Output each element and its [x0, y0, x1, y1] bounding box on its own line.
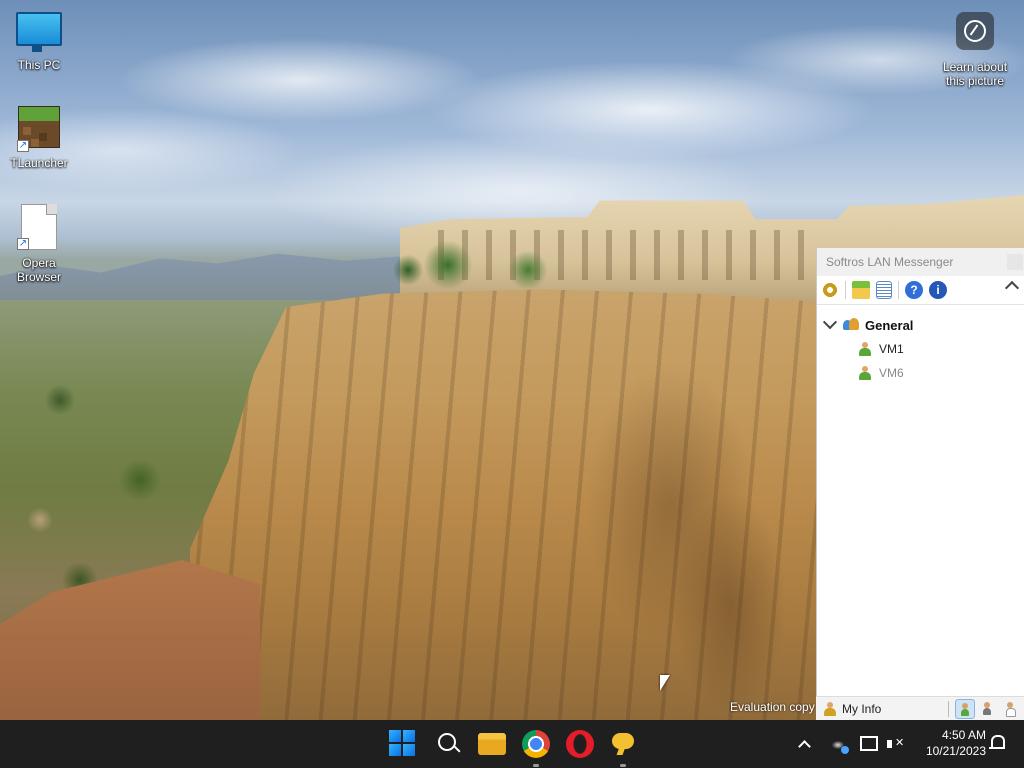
- status-separator: [948, 701, 949, 717]
- monitor-icon: [16, 12, 62, 52]
- help-icon[interactable]: ?: [905, 281, 923, 299]
- my-info-icon: [824, 702, 836, 716]
- learn-about-picture[interactable]: Learn about this picture: [936, 12, 1014, 88]
- desktop-icon-tlauncher[interactable]: ↗ TLauncher: [0, 106, 78, 170]
- notification-bell-icon[interactable]: [988, 734, 1006, 750]
- toolbar-separator: [845, 281, 846, 299]
- user-away-icon: [983, 702, 991, 715]
- softros-messenger-icon[interactable]: [609, 730, 637, 758]
- notes-icon[interactable]: [876, 281, 892, 299]
- running-indicator: [620, 764, 626, 767]
- group-name: General: [865, 317, 914, 333]
- running-indicator: [533, 764, 539, 767]
- file-explorer-icon[interactable]: [478, 733, 506, 755]
- status-offline-button[interactable]: [1001, 699, 1021, 719]
- group-icon: [843, 318, 859, 332]
- chevron-down-icon[interactable]: [822, 315, 838, 330]
- evaluation-notice: Evaluation copy: [730, 700, 815, 714]
- messenger-statusbar: My Info: [816, 696, 1024, 721]
- opera-icon[interactable]: [566, 730, 594, 758]
- desktop-icon-label: TLauncher: [10, 156, 68, 170]
- settings-icon[interactable]: [821, 281, 839, 299]
- group-row-general[interactable]: General: [817, 313, 1024, 337]
- desktop-icon-this-pc[interactable]: This PC: [0, 12, 78, 72]
- info-icon[interactable]: i: [929, 281, 947, 299]
- my-info-button[interactable]: My Info: [842, 702, 881, 716]
- contact-tree: General VM1 VM6: [817, 305, 1024, 385]
- user-row-vm1[interactable]: VM1: [817, 337, 1024, 361]
- volume-muted-icon[interactable]: [887, 736, 905, 752]
- status-away-button[interactable]: [978, 699, 998, 719]
- start-button[interactable]: [389, 730, 415, 756]
- user-away-icon: [859, 366, 871, 380]
- close-button[interactable]: [1007, 254, 1023, 270]
- user-offline-icon: [1006, 702, 1016, 717]
- user-row-vm6[interactable]: VM6: [817, 361, 1024, 385]
- user-online-icon: [961, 703, 969, 716]
- wallpaper-cliff-texture: [190, 289, 830, 720]
- user-online-icon: [859, 342, 871, 356]
- messenger-titlebar[interactable]: Softros LAN Messenger: [817, 248, 1024, 276]
- mouse-cursor-icon: [660, 675, 670, 691]
- user-name: VM6: [879, 366, 904, 380]
- learn-about-picture-label: Learn about this picture: [942, 60, 1008, 88]
- chrome-icon[interactable]: [522, 730, 550, 758]
- show-hidden-icons-button[interactable]: [798, 720, 811, 768]
- shortcut-arrow-icon: ↗: [17, 238, 29, 250]
- clock[interactable]: 4:50 AM 10/21/2023: [914, 727, 986, 759]
- taskbar: 4:50 AM 10/21/2023: [0, 720, 1024, 768]
- desktop-icon-opera-browser[interactable]: ↗ Opera Browser: [0, 204, 78, 284]
- toolbar-separator: [898, 281, 899, 299]
- desktop-icon-label: Opera Browser: [16, 256, 61, 284]
- status-online-button[interactable]: [955, 699, 975, 719]
- messenger-title: Softros LAN Messenger: [826, 255, 954, 269]
- onedrive-icon[interactable]: [829, 736, 849, 754]
- folder-icon[interactable]: [852, 281, 870, 299]
- shortcut-arrow-icon: ↗: [17, 140, 29, 152]
- search-icon[interactable]: [435, 730, 463, 758]
- clock-date: 10/21/2023: [925, 744, 986, 758]
- clock-time: 4:50 AM: [941, 728, 986, 742]
- desktop-icon-label: This PC: [17, 58, 61, 72]
- user-name: VM1: [879, 342, 904, 356]
- messenger-toolbar: ? i: [817, 276, 1024, 305]
- messenger-window: Softros LAN Messenger ? i General VM1 VM…: [816, 248, 1024, 720]
- camera-info-icon: [956, 12, 994, 50]
- network-icon[interactable]: [860, 736, 878, 751]
